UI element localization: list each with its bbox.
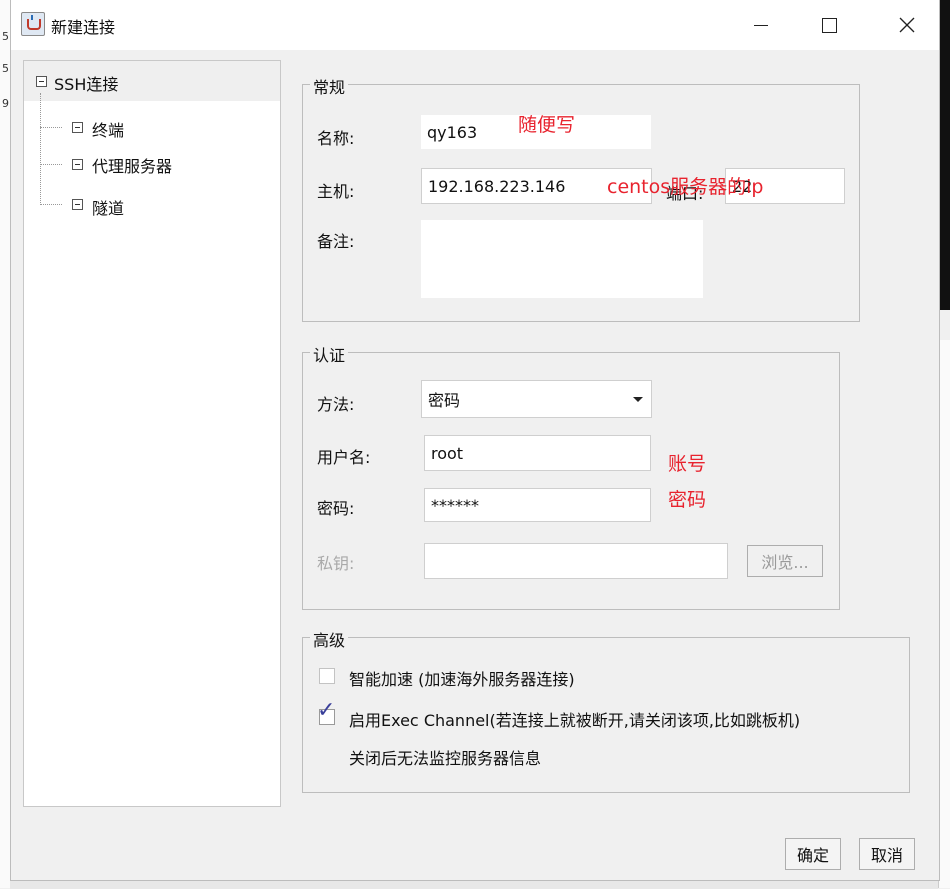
- tree-item-proxy[interactable]: 代理服务器: [24, 147, 280, 183]
- method-label: 方法:: [317, 395, 355, 414]
- exec-channel-note: 关闭后无法监控服务器信息: [349, 749, 542, 768]
- collapse-icon[interactable]: [72, 122, 83, 133]
- tree-item-ssh[interactable]: SSH连接: [24, 61, 280, 101]
- close-icon: [899, 17, 915, 33]
- collapse-icon[interactable]: [72, 199, 83, 210]
- username-label: 用户名:: [317, 448, 371, 467]
- password-label: 密码:: [317, 499, 355, 518]
- collapse-icon[interactable]: [36, 76, 47, 87]
- tree-item-tunnel[interactable]: 隧道: [24, 187, 280, 223]
- annotation-password: 密码: [668, 489, 707, 511]
- tree-item-label: 代理服务器: [92, 157, 173, 176]
- maximize-button[interactable]: [799, 0, 859, 50]
- title-bar[interactable]: 新建连接: [11, 0, 939, 50]
- tree-item-terminal[interactable]: 终端: [24, 109, 280, 145]
- background-text: 5: [2, 62, 9, 75]
- settings-tree: SSH连接 终端 代理服务器 隧道: [23, 60, 281, 807]
- close-button[interactable]: [877, 0, 937, 50]
- note-label: 备注:: [317, 232, 355, 251]
- background-text: 5: [2, 30, 9, 43]
- username-input[interactable]: [424, 435, 651, 471]
- advanced-legend: 高级: [310, 627, 349, 651]
- minimize-icon: [754, 24, 768, 26]
- maximize-icon: [821, 17, 837, 33]
- background-text: 9: [2, 97, 9, 110]
- smart-accel-label[interactable]: 智能加速 (加速海外服务器连接): [349, 666, 575, 690]
- minimize-button[interactable]: [731, 0, 791, 50]
- name-label: 名称:: [317, 129, 355, 148]
- collapse-icon[interactable]: [72, 159, 83, 170]
- dropdown-arrow-icon: [633, 397, 643, 402]
- tree-item-label: 终端: [92, 121, 125, 140]
- exec-channel-label[interactable]: 启用Exec Channel(若连接上就被断开,请关闭该项,比如跳板机): [349, 707, 800, 731]
- tree-item-label: SSH连接: [54, 75, 119, 94]
- private-key-input[interactable]: [424, 543, 728, 579]
- host-label: 主机:: [317, 182, 355, 201]
- new-connection-dialog: 新建连接 SSH连接 终端 代理服务器 隧道 常规 名称: qy163 主机: …: [10, 0, 940, 881]
- note-textarea[interactable]: [421, 220, 703, 298]
- annotation-name: 随便写: [518, 114, 576, 136]
- tree-item-label: 隧道: [92, 199, 125, 218]
- auth-legend: 认证: [310, 342, 349, 366]
- smart-accel-checkbox[interactable]: [319, 668, 335, 684]
- annotation-username: 账号: [668, 453, 707, 475]
- general-legend: 常规: [310, 74, 349, 98]
- annotation-host: centos服务器的ip: [607, 176, 764, 198]
- java-app-icon: [21, 12, 45, 36]
- password-input[interactable]: [424, 488, 651, 522]
- browse-button[interactable]: 浏览...: [747, 545, 823, 577]
- method-select[interactable]: 密码: [421, 380, 652, 418]
- ok-button[interactable]: 确定: [785, 838, 841, 870]
- private-key-label: 私钥:: [317, 554, 355, 573]
- method-value: 密码: [428, 391, 461, 410]
- cancel-button[interactable]: 取消: [859, 838, 915, 870]
- window-title: 新建连接: [51, 18, 116, 37]
- checkmark-icon: ✓: [317, 698, 336, 723]
